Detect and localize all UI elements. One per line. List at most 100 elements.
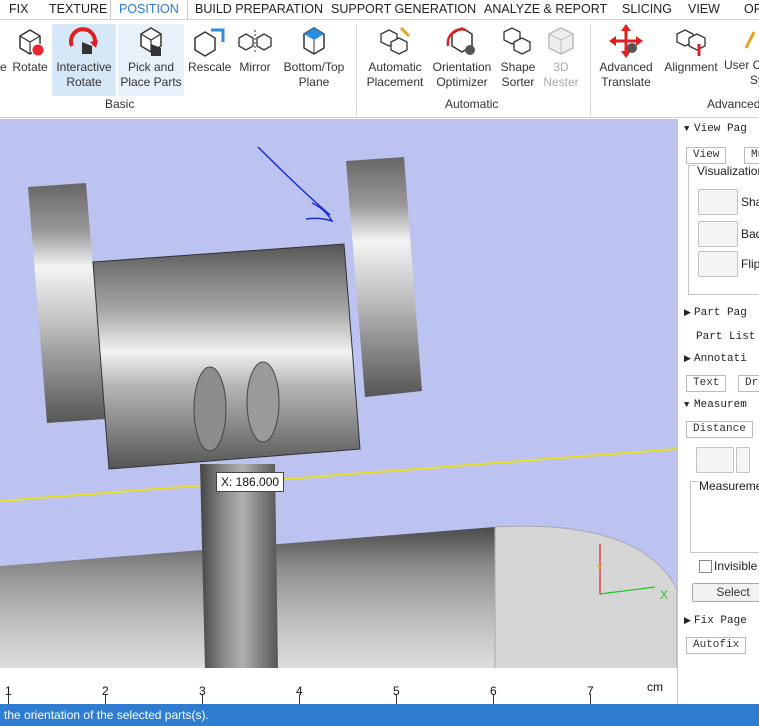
ribbon: e Rotate Interactive Rotate Pick and Pla… bbox=[0, 20, 759, 118]
user-coordinate-button[interactable]: User C Sy bbox=[724, 24, 759, 88]
orientation-optimizer-button[interactable]: Orientation Optimizer bbox=[430, 24, 494, 90]
ribbon-label: Pick and bbox=[127, 60, 175, 74]
claw-right[interactable] bbox=[246, 361, 280, 443]
nester-icon bbox=[548, 27, 574, 55]
alignment-icon bbox=[676, 29, 706, 56]
menu-position[interactable]: POSITION bbox=[110, 0, 188, 19]
ribbon-label: Placement bbox=[366, 75, 424, 89]
menu-build-preparation[interactable]: BUILD PREPARATION bbox=[195, 0, 323, 19]
select-button[interactable]: Select bbox=[692, 583, 759, 602]
alignment-button[interactable]: Alignment bbox=[660, 24, 722, 75]
annotations-title: Annotati bbox=[694, 353, 747, 365]
measurements-label: Measuremen bbox=[699, 479, 759, 493]
annotations-header[interactable]: ▶ Annotati bbox=[684, 353, 747, 365]
menu-analyze-report[interactable]: ANALYZE & REPORT bbox=[484, 0, 607, 19]
ribbon-label: Advanced bbox=[599, 60, 653, 74]
ribbon-label: Rotate bbox=[12, 60, 48, 74]
mirror-button[interactable]: Mirror bbox=[234, 24, 276, 75]
bad-edges-icon[interactable] bbox=[698, 221, 738, 247]
ribbon-label: Plane bbox=[298, 75, 330, 89]
left-wheel-part[interactable] bbox=[28, 183, 105, 423]
flipped-triangles-icon[interactable] bbox=[698, 251, 738, 277]
bottom-top-plane-button[interactable]: Bottom/Top Plane bbox=[280, 24, 348, 90]
rescale-button[interactable]: Rescale bbox=[188, 24, 231, 75]
ribbon-label: Translate bbox=[601, 75, 651, 89]
bad-edges-label: Bad bbox=[741, 227, 759, 241]
mirror-icon bbox=[238, 30, 272, 54]
measurement-title: Measurem bbox=[694, 399, 747, 411]
ribbon-label: Place Parts bbox=[120, 75, 182, 89]
ruler-number: 1 bbox=[5, 684, 12, 698]
collapse-triangle-icon: ▼ bbox=[684, 400, 690, 410]
flipped-label: Flip bbox=[741, 257, 759, 271]
ribbon-label: Alignment bbox=[664, 60, 718, 74]
shape-sorter-button[interactable]: Shape Sorter bbox=[496, 24, 540, 90]
nester-button[interactable]: 3D Nester bbox=[540, 24, 582, 90]
ribbon-label: Orientation bbox=[432, 60, 492, 74]
barrel-part[interactable] bbox=[92, 243, 361, 470]
ruler-number: 6 bbox=[490, 684, 497, 698]
menu-bar: FIX TEXTURE POSITION BUILD PREPARATION S… bbox=[0, 0, 759, 20]
collapse-triangle-icon: ▼ bbox=[684, 124, 690, 134]
side-panel: ▼View Pag View Mu Visualization Sha Bad … bbox=[677, 119, 759, 704]
tab-multi[interactable]: Mu bbox=[744, 147, 759, 164]
menu-texture[interactable]: TEXTURE bbox=[49, 0, 107, 19]
menu-op[interactable]: OP bbox=[744, 0, 759, 19]
stem-part[interactable] bbox=[200, 464, 278, 684]
tab-autofix[interactable]: Autofix bbox=[686, 637, 747, 654]
menu-fix[interactable]: FIX bbox=[9, 0, 28, 19]
pipe-elbow[interactable] bbox=[494, 525, 677, 680]
fix-page-header[interactable]: ▶ Fix Page bbox=[684, 615, 747, 627]
group-label-advanced: Advanced bbox=[707, 97, 759, 111]
shaded-label: Sha bbox=[741, 195, 759, 209]
axis-line bbox=[0, 448, 677, 502]
ribbon-label: Automatic bbox=[368, 60, 422, 74]
ribbon-label: Sy bbox=[750, 73, 759, 87]
ribbon-label: Bottom/Top bbox=[283, 60, 345, 74]
measurement-header[interactable]: ▼ Measurem bbox=[684, 399, 747, 411]
shape-sorter-icon bbox=[503, 27, 531, 55]
interactive-rotate-button[interactable]: Interactive Rotate bbox=[52, 24, 116, 96]
view-page-header[interactable]: ▼ View Pag bbox=[684, 123, 747, 135]
ribbon-label: Nester bbox=[543, 75, 579, 89]
ruler-number: 5 bbox=[393, 684, 400, 698]
tab-text[interactable]: Text bbox=[686, 375, 727, 392]
tab-view[interactable]: View bbox=[686, 147, 727, 164]
rotate-icon bbox=[19, 29, 45, 57]
menu-support-generation[interactable]: SUPPORT GENERATION bbox=[331, 0, 476, 19]
measure-tool-icon[interactable] bbox=[696, 447, 734, 473]
ribbon-label: Sorter bbox=[501, 75, 535, 89]
tab-draw[interactable]: Dra bbox=[738, 375, 759, 392]
ribbon-label: Interactive bbox=[56, 60, 112, 74]
group-label-automatic: Automatic bbox=[445, 97, 499, 111]
rescale-icon bbox=[194, 28, 225, 57]
expand-triangle-icon: ▶ bbox=[684, 308, 691, 318]
invisible-checkbox[interactable] bbox=[699, 560, 712, 573]
measure-dropdown-icon[interactable] bbox=[736, 447, 750, 473]
automatic-placement-button[interactable]: Automatic Placement bbox=[364, 24, 426, 90]
3d-viewport[interactable]: X Y bbox=[0, 119, 677, 704]
fix-page-title: Fix Page bbox=[694, 615, 747, 627]
part-list-label: Part List bbox=[696, 331, 756, 343]
ruler-number: 4 bbox=[296, 684, 303, 698]
pick-place-button[interactable]: Pick and Place Parts bbox=[118, 24, 184, 96]
menu-slicing[interactable]: SLICING bbox=[622, 0, 672, 19]
menu-view[interactable]: VIEW bbox=[688, 0, 720, 19]
interactive-rotate-icon bbox=[69, 27, 98, 54]
ruler-unit: cm bbox=[647, 680, 663, 694]
advanced-translate-button[interactable]: Advanced Translate bbox=[596, 24, 656, 90]
scene-canvas[interactable]: X Y bbox=[0, 119, 677, 704]
ruler-number: 2 bbox=[102, 684, 109, 698]
annotation-arrow bbox=[257, 146, 334, 223]
ribbon-label: 3D bbox=[553, 60, 569, 74]
rotate-button[interactable]: Rotate bbox=[10, 24, 50, 75]
part-page-header[interactable]: ▶ Part Pag bbox=[684, 307, 747, 319]
claw-left[interactable] bbox=[193, 366, 227, 452]
coordinate-tooltip: X: 186.000 bbox=[216, 472, 285, 492]
ribbon-button-partial[interactable]: e bbox=[0, 24, 8, 75]
shaded-icon[interactable] bbox=[698, 189, 738, 215]
right-wheel-part[interactable] bbox=[346, 157, 422, 397]
ribbon-separator bbox=[356, 24, 357, 116]
ribbon-label: e bbox=[0, 60, 7, 74]
tab-distance[interactable]: Distance bbox=[686, 421, 753, 438]
